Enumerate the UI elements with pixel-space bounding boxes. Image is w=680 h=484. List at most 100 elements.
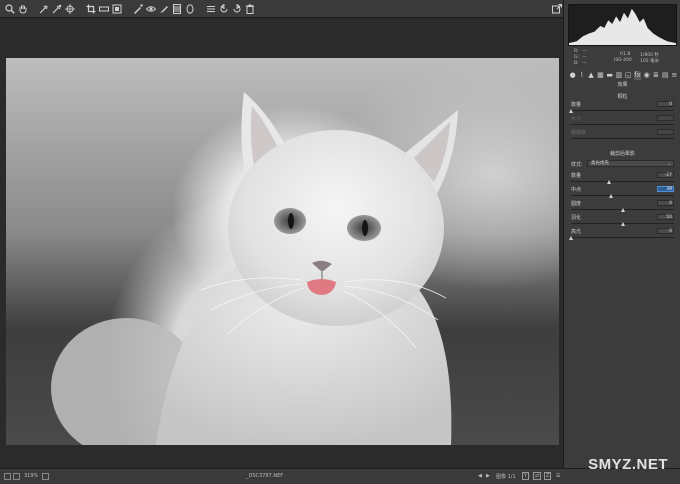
style-label: 样式: xyxy=(571,162,583,168)
fill-icon xyxy=(13,473,20,480)
export-icon[interactable] xyxy=(551,3,562,14)
slider-label: 圆度 xyxy=(571,201,582,207)
transform-icon[interactable] xyxy=(111,3,122,14)
vignette-style-select[interactable]: 高光优先 ⌄ xyxy=(587,160,674,167)
style-value: 高光优先 xyxy=(591,161,609,166)
slider-row: 数量 0 xyxy=(569,101,674,115)
tab-transform-icon[interactable]: ◱ xyxy=(625,71,632,80)
zoom-level[interactable]: 319% xyxy=(24,473,38,479)
tab-lens-icon[interactable]: ▥ xyxy=(615,71,623,80)
grain-title: 颗粒 xyxy=(617,94,628,100)
focal-length: 105 毫米 xyxy=(640,59,660,64)
tab-basic-icon[interactable]: ● xyxy=(569,71,576,80)
slider-row: 大小 xyxy=(571,115,674,129)
targeted-adjustment-icon[interactable] xyxy=(64,3,75,14)
zoom-dropdown[interactable] xyxy=(42,473,49,480)
zoom-icon[interactable] xyxy=(4,3,15,14)
adjustment-panel: R: --- G: --- B: --- f/1.8 1/800 秒 ISO 4… xyxy=(563,0,680,468)
tab-detail-icon[interactable]: ▲ xyxy=(588,71,595,80)
slider-track xyxy=(571,138,674,139)
filename: _DSC3787.NEF xyxy=(246,473,284,479)
slider-value-field[interactable]: 0 xyxy=(657,228,674,234)
slider-row: 数量 -27 xyxy=(571,172,674,186)
before-after-y-button[interactable]: Y xyxy=(522,472,530,480)
vignette-title: 裁剪后晕影 xyxy=(609,151,635,157)
tab-tone-curve-icon[interactable]: ⌇ xyxy=(578,71,585,80)
slider-value-field[interactable]: -27 xyxy=(657,172,674,178)
aperture: f/1.8 xyxy=(620,52,631,57)
red-eye-icon[interactable] xyxy=(145,3,156,14)
slider-row: 羽化 50 xyxy=(571,214,674,228)
histogram xyxy=(568,4,677,46)
before-after-z-button[interactable]: Z xyxy=(544,472,552,480)
graduated-filter-icon[interactable] xyxy=(171,3,182,14)
spot-removal-icon[interactable] xyxy=(132,3,143,14)
fit-toggle[interactable] xyxy=(4,473,11,480)
tab-hsl-icon[interactable]: ▦ xyxy=(597,71,604,80)
straighten-icon[interactable] xyxy=(98,3,109,14)
slider-label: 数量 xyxy=(571,173,582,179)
camera-info: R: --- G: --- B: --- f/1.8 1/800 秒 ISO 4… xyxy=(568,48,677,68)
tab-split-toning-icon[interactable]: ▬ xyxy=(606,71,613,80)
panel-tabs: ● ⌇ ▲ ▦ ▬ ▥ ◱ fx ◉ ≣ ▤ ≡ xyxy=(567,70,678,80)
watermark: SMYZ.NET xyxy=(588,456,668,473)
slider-track[interactable] xyxy=(571,181,674,182)
slider-value-field xyxy=(657,129,674,135)
hand-icon[interactable] xyxy=(17,3,28,14)
cat-photo xyxy=(51,92,458,445)
slider-track xyxy=(571,124,674,125)
image-counter: 图像 1/1 xyxy=(496,474,516,480)
tab-snapshots-icon[interactable]: ▤ xyxy=(662,71,669,80)
slider-label: 大小 xyxy=(571,116,582,122)
slider-row: 中点 39 xyxy=(571,186,674,200)
slider-row: 粗糙度 xyxy=(571,129,674,143)
slider-thumb[interactable] xyxy=(609,194,614,198)
slider-value-field[interactable]: 50 xyxy=(657,214,674,220)
crop-icon[interactable] xyxy=(85,3,96,14)
image-canvas[interactable] xyxy=(0,18,563,468)
slider-label: 粗糙度 xyxy=(571,130,587,136)
slider-track[interactable] xyxy=(571,195,674,196)
chevron-down-icon: ⌄ xyxy=(667,161,671,166)
slider-label: 数量 xyxy=(571,102,582,108)
swap-icon[interactable]: ⇄ xyxy=(533,472,542,480)
slider-value-field[interactable]: 39 xyxy=(657,186,674,192)
tab-presets-icon[interactable]: ≣ xyxy=(652,71,659,80)
settings-list-icon[interactable]: ☰ xyxy=(556,473,560,479)
trash-icon[interactable] xyxy=(244,3,255,14)
next-image-icon[interactable]: ▶ xyxy=(486,473,490,479)
slider-value-field xyxy=(657,115,674,121)
slider-row: 圆度 0 xyxy=(571,200,674,214)
rotate-left-icon[interactable] xyxy=(218,3,229,14)
status-bar: 319% _DSC3787.NEF ◀ ▶ 图像 1/1 Y ⇄ Z ☰ xyxy=(0,468,680,484)
white-balance-icon[interactable] xyxy=(38,3,49,14)
g-value: --- xyxy=(582,55,587,60)
iso: ISO 400 xyxy=(614,58,632,63)
section-title: 效果 xyxy=(617,82,628,88)
slider-track[interactable] xyxy=(571,110,674,111)
radial-filter-icon[interactable] xyxy=(184,3,195,14)
slider-thumb[interactable] xyxy=(569,236,573,240)
tab-effects-icon[interactable]: fx xyxy=(633,70,641,80)
slider-value-field[interactable]: 0 xyxy=(657,101,674,107)
preferences-icon[interactable] xyxy=(205,3,216,14)
photo-preview[interactable] xyxy=(6,58,559,445)
rotate-right-icon[interactable] xyxy=(231,3,242,14)
tab-calibration-icon[interactable]: ◉ xyxy=(643,71,650,80)
b-value: --- xyxy=(582,61,587,66)
slider-thumb[interactable] xyxy=(569,109,573,113)
prev-image-icon[interactable]: ◀ xyxy=(478,473,482,479)
slider-label: 羽化 xyxy=(571,215,582,221)
fit-icon xyxy=(4,473,11,480)
tab-settings-icon[interactable]: ≡ xyxy=(671,71,678,80)
slider-thumb[interactable] xyxy=(620,208,625,212)
fill-toggle[interactable] xyxy=(13,473,20,480)
slider-thumb[interactable] xyxy=(620,222,625,226)
slider-value-field[interactable]: 0 xyxy=(657,200,674,206)
slider-track[interactable] xyxy=(571,237,674,238)
b-label: B: xyxy=(574,61,579,66)
color-sampler-icon[interactable] xyxy=(51,3,62,14)
slider-thumb[interactable] xyxy=(606,180,611,184)
adjustment-brush-icon[interactable] xyxy=(158,3,169,14)
vignette-style-row: 样式: 高光优先 ⌄ xyxy=(571,160,674,168)
